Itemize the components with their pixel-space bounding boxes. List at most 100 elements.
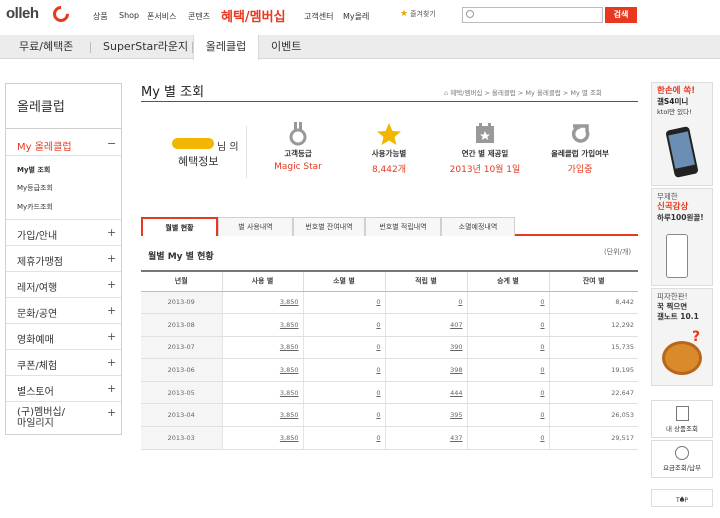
search-button[interactable]: 검색 <box>605 7 637 23</box>
cell-earned[interactable]: 437 <box>384 426 467 450</box>
favorite-link[interactable]: ★ 즐겨찾기 <box>400 9 436 19</box>
cell-used[interactable]: 3,850 <box>221 358 303 382</box>
gnav-customer-center[interactable]: 고객센터 <box>304 11 333 22</box>
ad-galaxy-s4-mini[interactable]: 한손에 쏙! 갤S4미니 ktol만 있다! <box>651 82 713 186</box>
sidebar-item-partners[interactable]: 제휴가맹점 <box>17 253 63 268</box>
expand-icon[interactable]: + <box>107 382 116 395</box>
unit-label: (단위/개) <box>604 248 632 256</box>
tab-remaining-by-number[interactable]: 번호별 잔여내역 <box>293 217 365 236</box>
table-row: 2013-07 3,850 0 390 0 15,735 <box>141 336 638 360</box>
cell-expired[interactable]: 0 <box>302 381 385 405</box>
cell-expired[interactable]: 0 <box>302 426 385 450</box>
sidebar-item-coupon[interactable]: 쿠폰/체험 <box>17 357 57 372</box>
sidebar-subitem-my-star[interactable]: My별 조회 <box>17 165 50 175</box>
cell-expired[interactable]: 0 <box>302 313 385 337</box>
cell-inherited[interactable]: 0 <box>466 336 549 360</box>
subnav-olleh-club[interactable]: 올레클럽 <box>193 35 259 60</box>
search-input[interactable] <box>462 7 603 23</box>
tab-expiring[interactable]: 소멸예정내역 <box>441 217 515 236</box>
sidebar-item-star-store[interactable]: 별스토어 <box>17 383 54 398</box>
sidebar-subitem-my-grade[interactable]: My등급조회 <box>17 183 53 193</box>
expand-icon[interactable]: + <box>107 252 116 265</box>
olleh-logo[interactable]: olleh <box>6 5 39 22</box>
sidebar-item-my-olleh-club[interactable]: My 올레클럽 <box>17 138 72 153</box>
col-header: 적립 별 <box>384 270 467 292</box>
tab-monthly-status[interactable]: 월별 현황 <box>141 217 218 236</box>
ad-line: 신곡감상 <box>657 202 689 212</box>
tab-bar: 월별 현황 별 사용내역 번호별 잔여내역 번호별 적립내역 소멸예정내역 <box>141 217 638 236</box>
page-title: My 별 조회 <box>141 85 205 100</box>
cell-earned[interactable]: 395 <box>384 403 467 428</box>
expand-icon[interactable]: + <box>107 356 116 369</box>
question-mark-icon: ? <box>692 329 701 345</box>
cell-inherited[interactable]: 0 <box>466 291 549 315</box>
calendar-icon <box>476 123 494 143</box>
tab-star-usage[interactable]: 별 사용내역 <box>218 217 293 236</box>
cell-used[interactable]: 3,850 <box>221 403 303 428</box>
gnav-shop[interactable]: Shop <box>119 11 139 20</box>
sidebar-item-culture[interactable]: 문화/공연 <box>17 305 57 320</box>
cell-inherited[interactable]: 0 <box>466 313 549 337</box>
cell-used[interactable]: 3,850 <box>221 336 303 360</box>
cell-earned[interactable]: 390 <box>384 336 467 360</box>
expand-icon[interactable]: + <box>107 330 116 343</box>
cell-expired[interactable]: 0 <box>302 291 385 315</box>
expand-icon[interactable]: + <box>107 304 116 317</box>
sidebar-subitem-my-card[interactable]: My카드조회 <box>17 202 53 212</box>
gnav-my-olleh[interactable]: My올레 <box>343 11 369 22</box>
cell-earned[interactable]: 0 <box>384 291 467 315</box>
medal-icon <box>289 122 307 146</box>
available-stars-value: 8,442개 <box>371 165 407 175</box>
sidebar-item-old-membership[interactable]: (구)멤버십/ 마일리지 <box>17 407 65 429</box>
cell-earned[interactable]: 398 <box>384 358 467 382</box>
cell-expired[interactable]: 0 <box>302 358 385 382</box>
user-suffix: 님 의 <box>217 142 239 153</box>
sidebar-item-movie[interactable]: 영화예매 <box>17 331 54 346</box>
bill-payment-link[interactable]: 요금조회/납부 <box>651 440 713 478</box>
cell-used[interactable]: 3,850 <box>221 426 303 450</box>
table-row: 2013-05 3,850 0 444 0 22,647 <box>141 381 638 405</box>
ad-pizza-galaxy-note[interactable]: 피자한판! 꾹 찍으면 갤노트 10.1 ? <box>651 288 713 386</box>
cell-used[interactable]: 3,850 <box>221 381 303 405</box>
cell-expired[interactable]: 0 <box>302 403 385 428</box>
expand-icon[interactable]: + <box>107 278 116 291</box>
ad-line: 갤노트 10.1 <box>657 312 699 321</box>
cell-inherited[interactable]: 0 <box>466 426 549 450</box>
divider <box>6 155 121 156</box>
col-header: 잔여 별 <box>548 270 638 292</box>
ad-line: 한손에 쏙! <box>657 86 696 96</box>
gnav-contents[interactable]: 콘텐츠 <box>188 11 210 22</box>
ad-music-unlimited[interactable]: 무제한 신곡감상 하루100원꼴! <box>651 188 713 286</box>
expand-icon[interactable]: + <box>107 226 116 239</box>
subnav-event[interactable]: 이벤트 <box>271 35 301 59</box>
cell-earned[interactable]: 444 <box>384 381 467 405</box>
tab-accumulated-by-number[interactable]: 번호별 적립내역 <box>365 217 441 236</box>
gnav-phone-service[interactable]: 폰서비스 <box>147 11 176 22</box>
cell-expired[interactable]: 0 <box>302 336 385 360</box>
subnav-free-benefit[interactable]: 무료/혜택존 <box>19 35 73 59</box>
cell-used[interactable]: 3,850 <box>221 313 303 337</box>
divider <box>6 323 121 324</box>
cell-month: 2013-03 <box>141 426 222 450</box>
gnav-products[interactable]: 상품 <box>93 11 108 22</box>
club-join-label: 올레클럽 가입여부 <box>551 149 609 158</box>
cell-remaining: 26,053 <box>548 403 638 428</box>
cell-used[interactable]: 3,850 <box>221 291 303 315</box>
cell-inherited[interactable]: 0 <box>466 403 549 428</box>
subnav-superstar-lounge[interactable]: SuperStar라운지 <box>103 35 188 59</box>
breadcrumb: ⌂ 혜택/멤버십 > 올레클럽 > My 올레클럽 > My 별 조회 <box>444 87 602 97</box>
expand-icon[interactable]: + <box>107 406 116 419</box>
my-product-lookup-link[interactable]: 내 상품조회 <box>651 400 713 438</box>
divider <box>6 297 121 298</box>
gnav-benefit-membership[interactable]: 혜택/멤버십 <box>221 6 286 25</box>
divider <box>6 271 121 272</box>
sidebar-item-join-guide[interactable]: 가입/안내 <box>17 227 57 242</box>
collapse-icon[interactable]: − <box>107 137 116 150</box>
bill-icon <box>675 446 689 460</box>
cell-inherited[interactable]: 0 <box>466 381 549 405</box>
cell-inherited[interactable]: 0 <box>466 358 549 382</box>
sidebar-item-leisure-travel[interactable]: 레저/여행 <box>17 279 57 294</box>
cell-earned[interactable]: 407 <box>384 313 467 337</box>
search-icon <box>466 10 474 18</box>
cell-remaining: 29,517 <box>548 426 638 450</box>
